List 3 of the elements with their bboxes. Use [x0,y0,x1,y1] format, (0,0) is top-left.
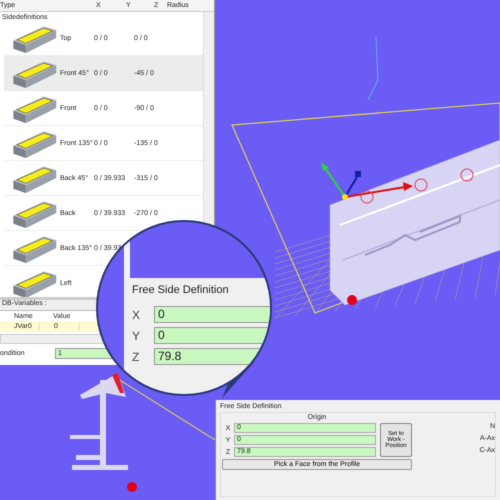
field-label: Z [132,350,140,364]
field-label: Y [132,328,142,342]
panel-title: Free Side Definition [132,284,230,296]
